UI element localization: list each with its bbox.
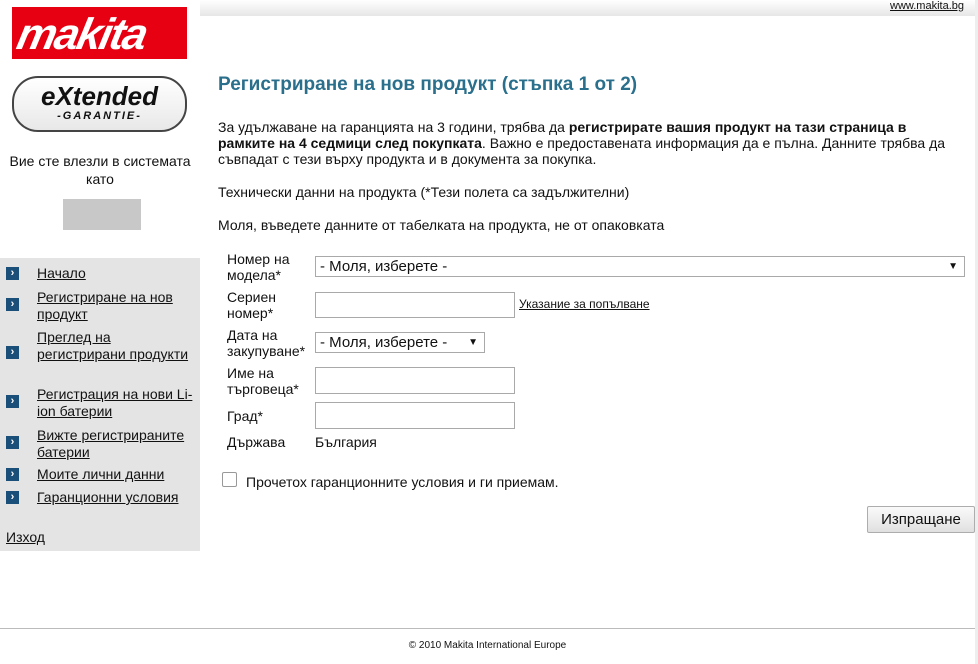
nav-menu: › Начало › Регистриране на нов продукт ›… [0,258,200,551]
instruction-text: Моля, въведете данните от табелката на п… [218,217,665,233]
sidebar: makita eXtended -GARANTIE- Вие сте влезл… [0,0,200,551]
accept-terms-checkbox[interactable] [222,472,237,487]
purchase-date-select[interactable]: - Моля, изберете - ▼ [315,332,485,353]
serial-input[interactable] [315,292,515,318]
intro-text: За удължаване на гаранцията на 3 години,… [218,119,958,167]
dropdown-arrow-icon: ▼ [948,261,958,272]
chevron-right-icon: › [6,468,19,481]
chevron-right-icon: › [6,346,19,359]
nav-link[interactable]: Гаранционни условия [37,489,197,506]
nav-link[interactable]: Регистриране на нов продукт [37,289,197,323]
purchase-date-label: Дата на закупуване* [227,327,306,359]
nav-link[interactable]: Преглед на регистрирани продукти [37,329,197,363]
nav-link[interactable]: Регистрация на нови Li-ion батерии [37,386,197,420]
user-name-box [63,199,141,230]
chevron-right-icon: › [6,298,19,311]
top-bar: www.makita.bg [200,0,976,16]
chevron-right-icon: › [6,395,19,408]
model-select-value: - Моля, изберете - [320,258,448,275]
country-value: България [315,434,377,450]
extended-warranty-logo: eXtended -GARANTIE- [12,76,187,132]
model-select[interactable]: - Моля, изберете - ▼ [315,256,965,277]
dropdown-arrow-icon: ▼ [468,337,478,348]
logo-stripe [12,59,187,65]
dealer-label: Име на търговеца* [227,365,299,397]
purchase-date-value: - Моля, изберете - [320,334,448,351]
dealer-input[interactable] [315,367,515,394]
nav-link[interactable]: Начало [37,265,197,282]
logo-text: makita [12,10,151,59]
accept-terms-label: Прочетох гаранционните условия и ги прие… [246,474,559,490]
country-label: Държава [227,434,286,450]
extended-main-text: eXtended [40,81,159,111]
city-input[interactable] [315,402,515,429]
extended-sub-text: -GARANTIE- [57,110,142,122]
chevron-right-icon: › [6,491,19,504]
nav-link[interactable]: Моите лични данни [37,466,197,483]
chevron-right-icon: › [6,436,19,449]
technical-data-text: Технически данни на продукта (*Тези поле… [218,184,630,200]
model-label: Номер на модела* [227,251,290,283]
chevron-right-icon: › [6,267,19,280]
submit-button[interactable]: Изпращане [867,506,975,533]
serial-label: Сериен номер* [227,289,277,321]
site-link[interactable]: www.makita.bg [890,0,964,12]
logged-in-text: Вие сте влезли в системата като [9,153,191,187]
nav-link[interactable]: Вижте регистрираните батерии [37,427,197,461]
footer-copyright: © 2010 Makita International Europe [408,640,567,651]
footer-divider [0,628,975,629]
makita-logo[interactable]: makita [12,7,187,65]
fill-hint-link[interactable]: Указание за попълване [519,297,650,311]
page-title: Регистриране на нов продукт (стъпка 1 от… [218,74,638,95]
city-label: Град* [227,408,263,424]
intro-part-1: За удължаване на гаранцията на 3 години,… [218,119,569,135]
logout-link[interactable]: Изход [6,529,45,545]
